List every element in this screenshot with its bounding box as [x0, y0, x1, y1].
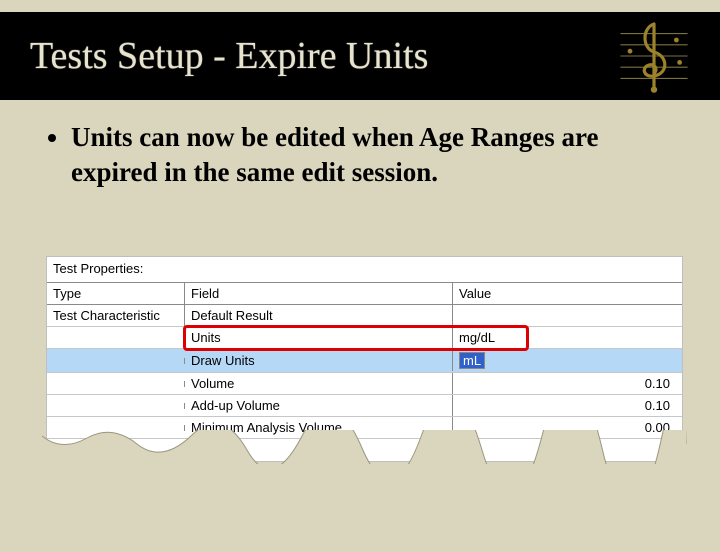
cell-type: [47, 335, 185, 341]
cell-field: Units: [185, 327, 453, 348]
cell-type: [47, 381, 185, 387]
slide-title: Tests Setup - Expire Units: [30, 34, 428, 78]
table-row-draw-units[interactable]: Draw Units mL: [47, 349, 682, 373]
cell-value[interactable]: [453, 447, 682, 453]
header-band: Tests Setup - Expire Units: [0, 12, 720, 100]
table-row[interactable]: Test Characteristic Default Result: [47, 305, 682, 327]
treble-clef-icon: [614, 16, 694, 96]
cell-field: Add-up Volume: [185, 395, 453, 416]
bullet-block: Units can now be edited when Age Ranges …: [45, 120, 675, 189]
col-header-value: Value: [453, 283, 682, 304]
cell-type: [47, 358, 185, 364]
panel-caption: Test Properties:: [47, 257, 682, 282]
table-row[interactable]: Test Help: [47, 439, 682, 461]
cell-field: Minimum Analysis Volume: [185, 417, 453, 438]
table-header-row: Type Field Value: [47, 282, 682, 305]
cell-value[interactable]: mL: [453, 349, 682, 372]
col-header-field: Field: [185, 283, 453, 304]
col-header-type: Type: [47, 283, 185, 304]
cell-value[interactable]: 0.10: [453, 373, 682, 394]
cell-field: Volume: [185, 373, 453, 394]
cell-type: [47, 447, 185, 453]
cell-value[interactable]: 0.10: [453, 395, 682, 416]
table-row-units[interactable]: Units mg/dL: [47, 327, 682, 349]
cell-type: [47, 425, 185, 431]
screenshot-panel: Test Properties: Type Field Value Test C…: [46, 256, 683, 462]
cell-type: Test Characteristic: [47, 305, 185, 326]
cell-value[interactable]: 0.00: [453, 417, 682, 438]
table-row[interactable]: Volume 0.10: [47, 373, 682, 395]
table-row[interactable]: Add-up Volume 0.10: [47, 395, 682, 417]
cell-value[interactable]: [453, 313, 682, 319]
cell-type: [47, 403, 185, 409]
bullet-item: Units can now be edited when Age Ranges …: [71, 120, 675, 189]
cell-field: Test Help: [185, 440, 453, 461]
table-row[interactable]: Minimum Analysis Volume 0.00: [47, 417, 682, 439]
cell-field: Default Result: [185, 305, 453, 326]
cell-field: Draw Units: [185, 350, 453, 371]
cell-value[interactable]: mg/dL: [453, 327, 682, 348]
